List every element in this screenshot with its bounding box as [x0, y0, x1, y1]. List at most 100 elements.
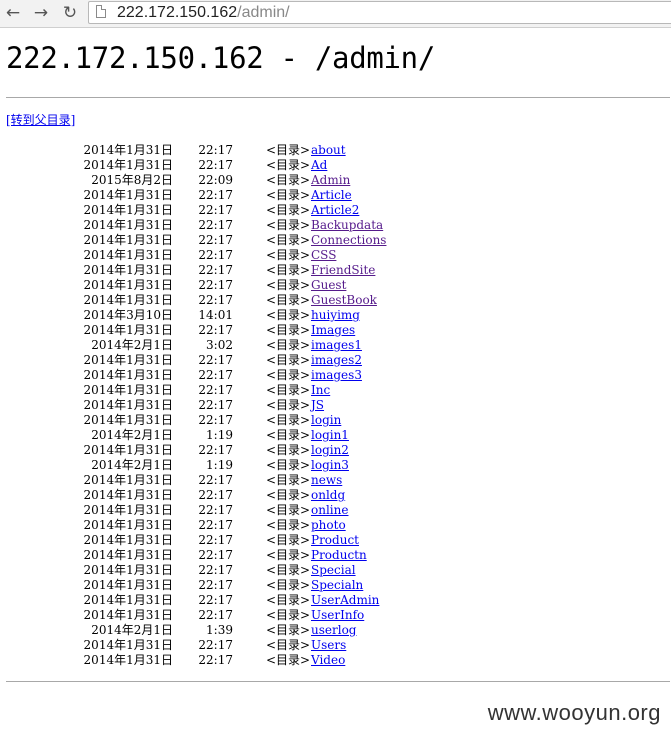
entry-link[interactable]: UserInfo — [311, 608, 364, 623]
entry-link[interactable]: login1 — [311, 428, 349, 443]
entry-link[interactable]: Inc — [311, 383, 330, 398]
entry-type-tag: <目录> — [266, 593, 311, 607]
directory-entry: 2014年3月10日 14:01 <目录> huiyimg — [0, 308, 671, 323]
entry-time: 22:17 — [198, 578, 233, 592]
directory-entry: 2014年1月31日 22:17 <目录> login — [0, 413, 671, 428]
entry-time: 22:17 — [198, 323, 233, 337]
entry-link[interactable]: Guest — [311, 278, 346, 293]
entry-link[interactable]: login2 — [311, 443, 349, 458]
reload-icon[interactable]: ↻ — [60, 3, 80, 23]
entry-date: 2014年2月1日 — [91, 338, 173, 352]
directory-entry: 2014年1月31日 22:17 <目录> photo — [0, 518, 671, 533]
directory-entry: 2014年1月31日 22:17 <目录> images2 — [0, 353, 671, 368]
directory-entry: 2014年1月31日 22:17 <目录> GuestBook — [0, 293, 671, 308]
back-arrow-icon[interactable]: ← — [3, 3, 23, 23]
entry-date: 2014年1月31日 — [83, 503, 173, 517]
entry-date: 2014年1月31日 — [83, 518, 173, 532]
page-title: 222.172.150.162 - /admin/ — [6, 41, 435, 75]
entry-link[interactable]: images3 — [311, 368, 362, 383]
address-bar[interactable]: 222.172.150.162/admin/ — [88, 1, 671, 24]
entry-link[interactable]: online — [311, 503, 348, 518]
entry-link[interactable]: Product — [311, 533, 359, 548]
directory-entry: 2014年1月31日 22:17 <目录> online — [0, 503, 671, 518]
entry-time: 22:17 — [198, 638, 233, 652]
entry-time: 22:17 — [198, 548, 233, 562]
entry-link[interactable]: GuestBook — [311, 293, 377, 308]
entry-type-tag: <目录> — [266, 308, 311, 322]
directory-entry: 2014年1月31日 22:17 <目录> login2 — [0, 443, 671, 458]
divider-bottom — [6, 681, 670, 682]
entry-link[interactable]: Video — [311, 653, 345, 668]
entry-type-tag: <目录> — [266, 623, 311, 637]
entry-link[interactable]: Productn — [311, 548, 367, 563]
entry-link[interactable]: Connections — [311, 233, 386, 248]
entry-date: 2014年1月31日 — [83, 323, 173, 337]
entry-date: 2014年1月31日 — [83, 593, 173, 607]
entry-type-tag: <目录> — [266, 533, 311, 547]
entry-type-tag: <目录> — [266, 158, 311, 172]
entry-type-tag: <目录> — [266, 503, 311, 517]
entry-link[interactable]: Specialn — [311, 578, 363, 593]
entry-time: 1:19 — [206, 458, 233, 472]
entry-date: 2014年1月31日 — [83, 473, 173, 487]
entry-link[interactable]: photo — [311, 518, 346, 533]
entry-type-tag: <目录> — [266, 398, 311, 412]
entry-link[interactable]: news — [311, 473, 342, 488]
entry-link[interactable]: images2 — [311, 353, 362, 368]
entry-type-tag: <目录> — [266, 278, 311, 292]
entry-type-tag: <目录> — [266, 233, 311, 247]
entry-link[interactable]: Article2 — [311, 203, 359, 218]
entry-link[interactable]: UserAdmin — [311, 593, 379, 608]
directory-entry: 2014年1月31日 22:17 <目录> UserInfo — [0, 608, 671, 623]
directory-entry: 2014年1月31日 22:17 <目录> Article — [0, 188, 671, 203]
entry-link[interactable]: login — [311, 413, 341, 428]
directory-entry: 2014年1月31日 22:17 <目录> Guest — [0, 278, 671, 293]
entry-link[interactable]: huiyimg — [311, 308, 360, 323]
entry-link[interactable]: images1 — [311, 338, 362, 353]
entry-time: 22:17 — [198, 653, 233, 667]
entry-link[interactable]: Article — [311, 188, 352, 203]
url-text[interactable]: 222.172.150.162/admin/ — [117, 3, 290, 23]
directory-entry: 2014年1月31日 22:17 <目录> Specialn — [0, 578, 671, 593]
entry-date: 2014年1月31日 — [83, 653, 173, 667]
entry-time: 22:17 — [198, 203, 233, 217]
entry-link[interactable]: about — [311, 143, 346, 158]
entry-time: 22:17 — [198, 368, 233, 382]
entry-link[interactable]: FriendSite — [311, 263, 375, 278]
directory-entry: 2014年2月1日 3:02 <目录> images1 — [0, 338, 671, 353]
entry-link[interactable]: CSS — [311, 248, 336, 263]
entry-date: 2014年1月31日 — [83, 263, 173, 277]
directory-entry: 2014年1月31日 22:17 <目录> Inc — [0, 383, 671, 398]
directory-entry: 2014年1月31日 22:17 <目录> images3 — [0, 368, 671, 383]
entry-type-tag: <目录> — [266, 578, 311, 592]
entry-time: 22:17 — [198, 233, 233, 247]
entry-date: 2014年1月31日 — [83, 248, 173, 262]
entry-link[interactable]: Images — [311, 323, 355, 338]
forward-arrow-icon[interactable]: → — [31, 3, 51, 23]
entry-link[interactable]: login3 — [311, 458, 349, 473]
directory-entry: 2014年2月1日 1:19 <目录> login3 — [0, 458, 671, 473]
entry-time: 22:17 — [198, 518, 233, 532]
entry-date: 2014年1月31日 — [83, 413, 173, 427]
entry-type-tag: <目录> — [266, 293, 311, 307]
entry-date: 2014年1月31日 — [83, 368, 173, 382]
entry-link[interactable]: Ad — [311, 158, 327, 173]
entry-link[interactable]: Admin — [311, 173, 350, 188]
directory-entry: 2014年1月31日 22:17 <目录> Backupdata — [0, 218, 671, 233]
entry-time: 22:17 — [198, 353, 233, 367]
entry-time: 22:17 — [198, 383, 233, 397]
entry-type-tag: <目录> — [266, 188, 311, 202]
entry-link[interactable]: JS — [311, 398, 324, 413]
entry-link[interactable]: Special — [311, 563, 356, 578]
entry-time: 22:17 — [198, 608, 233, 622]
entry-time: 22:17 — [198, 143, 233, 157]
entry-link[interactable]: userlog — [311, 623, 356, 638]
parent-directory-link[interactable]: [转到父目录] — [6, 112, 75, 128]
entry-time: 3:02 — [206, 338, 233, 352]
directory-entry: 2014年1月31日 22:17 <目录> news — [0, 473, 671, 488]
entry-link[interactable]: Backupdata — [311, 218, 383, 233]
entry-link[interactable]: onldg — [311, 488, 345, 503]
entry-link[interactable]: Users — [311, 638, 346, 653]
entry-date: 2014年1月31日 — [83, 293, 173, 307]
entry-date: 2014年1月31日 — [83, 218, 173, 232]
